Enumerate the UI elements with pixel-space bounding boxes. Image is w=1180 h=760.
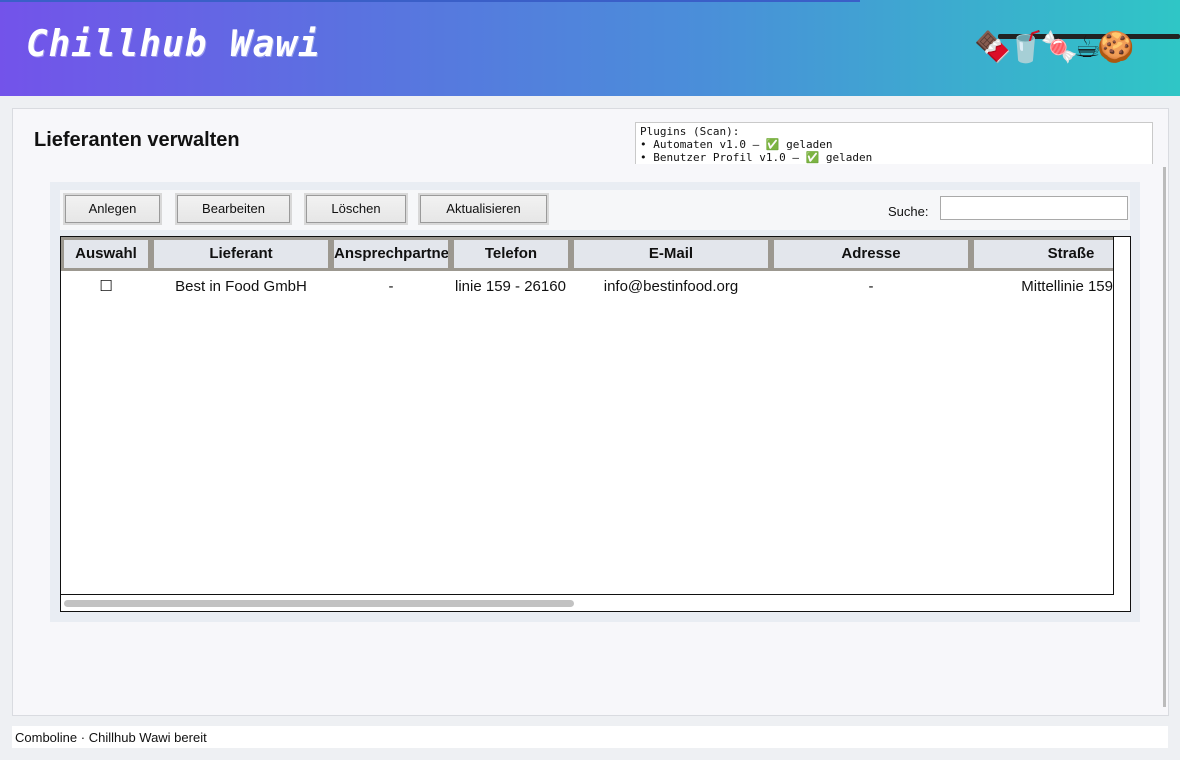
row-select-checkbox[interactable]: ☐ [61,271,151,303]
table-row[interactable]: ☐ Best in Food GmbH - linie 159 - 26160 … [61,271,1130,303]
column-header-phone[interactable]: Telefon [451,237,571,271]
table-vertical-scrollbar[interactable] [1113,237,1130,611]
table-horizontal-scrollbar[interactable] [61,595,1130,611]
column-header-street[interactable]: Straße [971,237,1130,271]
column-header-select[interactable]: Auswahl [61,237,151,271]
cell-phone: linie 159 - 26160 [455,278,566,295]
cell-supplier: Best in Food GmbH [175,278,307,295]
cell-address: - [868,278,874,295]
cell-contact: - [388,278,394,295]
app-header: Chillhub Wawi 🍫🥤🍬☕🍪 [0,0,1180,96]
horizontal-scroll-thumb[interactable] [64,600,574,607]
edit-button[interactable]: Bearbeiten [175,193,292,225]
refresh-button[interactable]: Aktualisieren [418,193,549,225]
plugins-log: Plugins (Scan): • Automaten v1.0 – ✅ gel… [635,122,1153,164]
app-logo: Chillhub Wawi [26,24,321,65]
page-title: Lieferanten verwalten [34,129,240,151]
suppliers-panel: Anlegen Bearbeiten Löschen Aktualisieren… [50,182,1140,622]
search-label: Suche: [888,204,929,219]
main-panel: Lieferanten verwalten Plugins (Scan): • … [12,108,1169,716]
suppliers-table: Auswahl Lieferant Ansprechpartner Telefo… [60,236,1131,612]
delete-button[interactable]: Löschen [304,193,408,225]
header-top-line [0,0,860,2]
column-header-contact[interactable]: Ansprechpartner [331,237,451,271]
cell-street: Mittellinie 159 [1021,278,1113,295]
toolbar: Anlegen Bearbeiten Löschen Aktualisieren… [60,190,1130,230]
create-button[interactable]: Anlegen [63,193,162,225]
snacks-icons: 🍫🥤🍬☕🍪 [974,31,1134,64]
column-header-email[interactable]: E-Mail [571,237,771,271]
column-header-address[interactable]: Adresse [771,237,971,271]
column-header-supplier[interactable]: Lieferant [151,237,331,271]
search-input[interactable] [940,196,1128,220]
table-header: Auswahl Lieferant Ansprechpartner Telefo… [61,237,1130,271]
page-scrollbar[interactable] [1163,167,1166,707]
cell-email: info@bestinfood.org [603,278,739,295]
status-bar: Comboline · Chillhub Wawi bereit [12,726,1168,748]
